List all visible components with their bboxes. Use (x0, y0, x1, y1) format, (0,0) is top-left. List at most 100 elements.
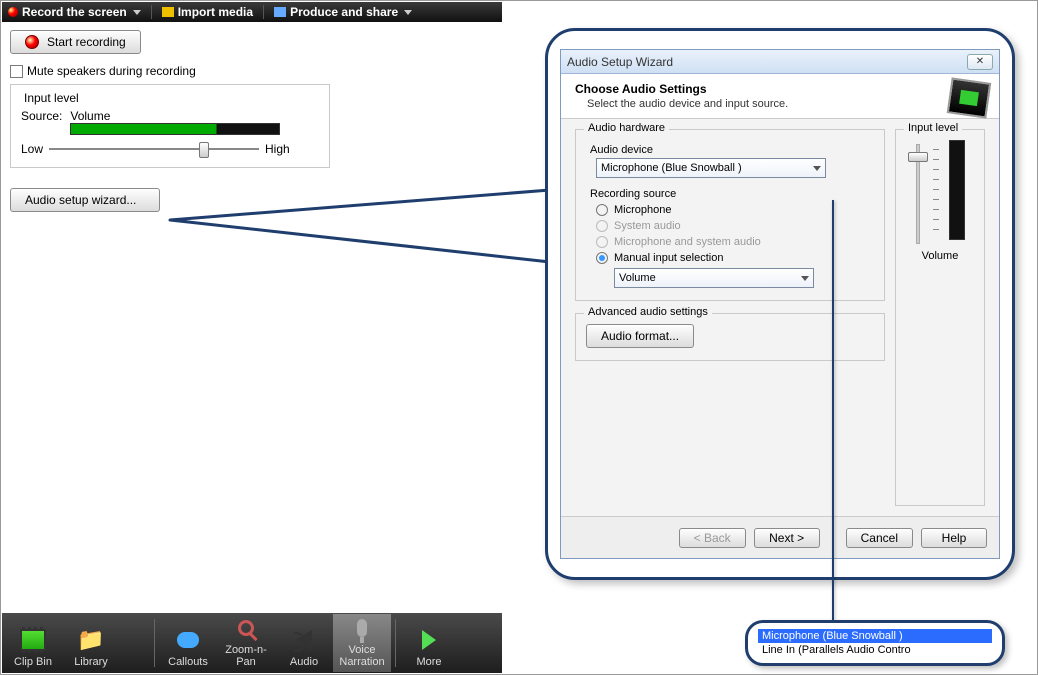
tab-more-label: More (416, 656, 441, 668)
close-button[interactable]: ✕ (967, 54, 993, 70)
help-button[interactable]: Help (921, 528, 987, 548)
cancel-button[interactable]: Cancel (846, 528, 913, 548)
input-level-legend: Input level (21, 91, 82, 105)
input-meter (949, 140, 965, 240)
dialog-subheading: Select the audio device and input source… (587, 98, 788, 110)
dialog-title: Audio Setup Wizard (567, 55, 673, 69)
tab-library-label: Library (74, 656, 108, 668)
manual-input-dropdown[interactable]: Volume (614, 268, 814, 288)
microphone-icon (357, 619, 367, 637)
tab-audio[interactable]: Audio (275, 614, 333, 672)
volume-label: Volume (906, 250, 974, 262)
audio-setup-wizard-button[interactable]: Audio setup wizard... (10, 188, 160, 212)
radio-icon (596, 204, 608, 216)
recording-source-label: Recording source (590, 188, 874, 200)
input-level-vslider[interactable] (908, 144, 928, 244)
menu-import-label: Import media (178, 5, 253, 19)
tab-library[interactable]: 📁 Library (62, 614, 120, 672)
radio-icon (596, 236, 608, 248)
audio-device-dropdown[interactable]: Microphone (Blue Snowball ) (596, 158, 826, 178)
back-button: < Back (679, 528, 746, 548)
record-icon (8, 7, 18, 17)
input-level-group: Input level Source: Volume Low High (10, 84, 330, 168)
callout-connector (832, 200, 834, 620)
slider-high-label: High (265, 142, 290, 156)
tab-zoom-n-pan[interactable]: Zoom-n-Pan (217, 614, 275, 672)
menu-record-label: Record the screen (22, 5, 127, 19)
callouts-icon (177, 632, 199, 648)
menu-produce-share[interactable]: Produce and share (272, 5, 414, 19)
slider-track (49, 148, 259, 150)
menu-record-screen[interactable]: Record the screen (6, 5, 143, 19)
audio-hardware-legend: Audio hardware (584, 122, 669, 134)
chevron-down-icon (404, 10, 412, 15)
dropdown-option-selected[interactable]: Microphone (Blue Snowball ) (758, 629, 992, 643)
share-icon (274, 7, 286, 17)
start-recording-button[interactable]: Start recording (10, 30, 141, 54)
audio-setup-wizard-dialog: Audio Setup Wizard ✕ Choose Audio Settin… (560, 49, 1000, 559)
audio-device-label: Audio device (590, 144, 874, 156)
dialog-titlebar: Audio Setup Wizard ✕ (561, 50, 999, 74)
tab-clip-bin-label: Clip Bin (14, 656, 52, 668)
close-icon: ✕ (976, 56, 984, 67)
dialog-header: Choose Audio Settings Select the audio d… (561, 74, 999, 119)
audio-device-value: Microphone (Blue Snowball ) (601, 162, 742, 174)
library-icon: 📁 (77, 626, 105, 654)
tab-voice-narration[interactable]: Voice Narration (333, 614, 391, 672)
menu-separator (151, 5, 152, 19)
wizard-callout: Audio Setup Wizard ✕ Choose Audio Settin… (545, 28, 1015, 580)
tab-callouts[interactable]: Callouts (159, 614, 217, 672)
input-level-slider[interactable] (49, 141, 259, 157)
tab-zoom-label: Zoom-n-Pan (217, 644, 275, 668)
folder-icon (162, 7, 174, 17)
magnifier-icon (238, 620, 254, 636)
top-menu: Record the screen Import media Produce a… (2, 2, 502, 22)
source-label: Source: (21, 109, 62, 123)
slider-thumb[interactable] (199, 142, 209, 158)
tab-audio-label: Audio (290, 656, 318, 668)
audio-format-label: Audio format... (601, 329, 679, 343)
radio-microphone-label: Microphone (614, 204, 671, 216)
tab-more[interactable]: More (400, 614, 458, 672)
radio-system-audio-label: System audio (614, 220, 681, 232)
radio-manual-input-label: Manual input selection (614, 252, 723, 264)
input-level-legend-dialog: Input level (904, 122, 962, 134)
tab-callouts-label: Callouts (168, 656, 208, 668)
recording-panel: Start recording Mute speakers during rec… (10, 30, 330, 212)
source-value: Volume (70, 109, 280, 123)
advanced-audio-group: Advanced audio settings Audio format... (575, 313, 885, 361)
bottom-toolbar: Clip Bin 📁 Library Callouts Zoom-n-Pan A… (2, 613, 502, 673)
radio-icon (596, 220, 608, 232)
dropdown-option[interactable]: Line In (Parallels Audio Contro (758, 643, 992, 657)
record-icon (25, 35, 39, 49)
start-recording-label: Start recording (47, 35, 126, 49)
input-level-group-dialog: Input level Volume (895, 129, 985, 506)
audio-format-button[interactable]: Audio format... (586, 324, 694, 348)
manual-input-value: Volume (619, 272, 656, 284)
slider-ticks (933, 140, 939, 239)
next-button[interactable]: Next > (754, 528, 820, 548)
chevron-down-icon (133, 10, 141, 15)
chevron-down-icon (813, 166, 821, 171)
slider-thumb[interactable] (908, 152, 928, 162)
audio-hardware-group: Audio hardware Audio device Microphone (… (575, 129, 885, 301)
mute-speakers-checkbox[interactable]: Mute speakers during recording (10, 64, 330, 78)
menu-separator (263, 5, 264, 19)
speaker-icon (296, 630, 312, 650)
volume-meter (70, 123, 280, 135)
clip-bin-icon (20, 629, 46, 651)
menu-import-media[interactable]: Import media (160, 5, 255, 19)
chevron-down-icon (801, 276, 809, 281)
slider-low-label: Low (21, 142, 43, 156)
callout-pointer (170, 190, 560, 293)
dialog-footer: < Back Next > Cancel Help (561, 516, 999, 558)
device-dropdown-callout: Microphone (Blue Snowball ) Line In (Par… (745, 620, 1005, 666)
advanced-audio-legend: Advanced audio settings (584, 306, 712, 318)
wizard-icon (947, 77, 992, 118)
tab-voice-label: Voice Narration (333, 644, 391, 668)
audio-setup-wizard-label: Audio setup wizard... (25, 193, 136, 207)
tab-clip-bin[interactable]: Clip Bin (4, 614, 62, 672)
menu-produce-label: Produce and share (290, 5, 398, 19)
toolbar-separator (395, 619, 396, 667)
mute-speakers-label: Mute speakers during recording (27, 64, 196, 78)
